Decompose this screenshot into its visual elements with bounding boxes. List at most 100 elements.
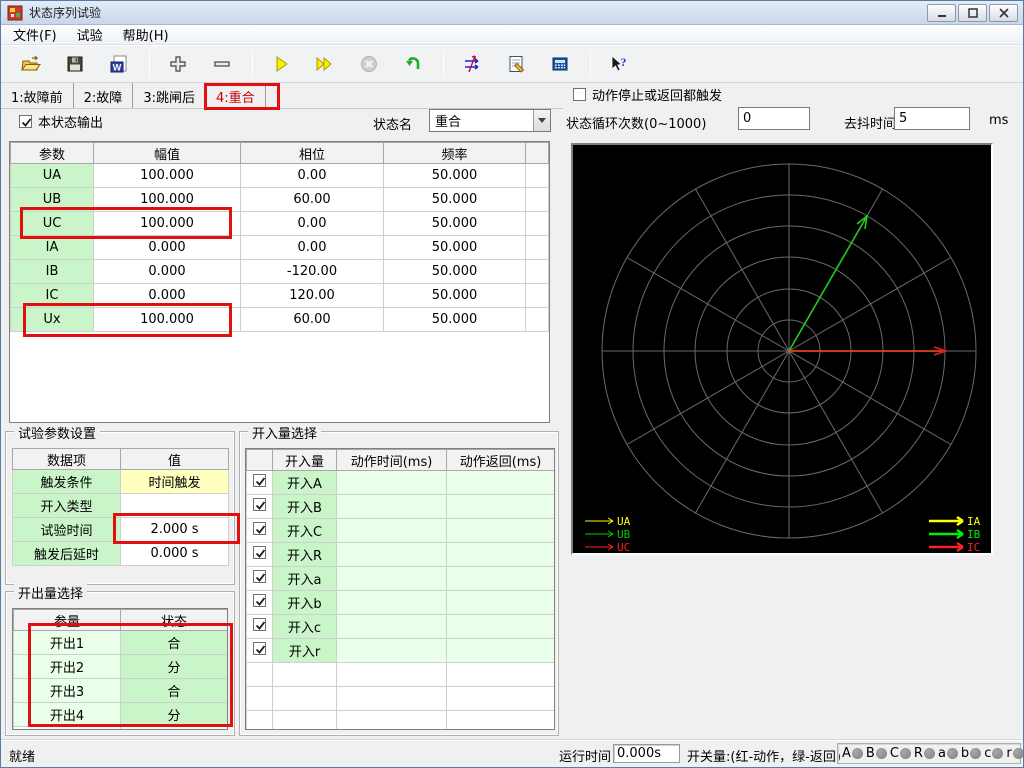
export-word-button[interactable]: W xyxy=(101,49,137,79)
frequency-cell[interactable]: 50.000 xyxy=(384,188,526,212)
legend-label: IB xyxy=(967,528,981,541)
phase-cell[interactable]: 0.00 xyxy=(241,212,384,236)
phase-cell[interactable]: -120.00 xyxy=(241,260,384,284)
phase-cell[interactable]: 60.00 xyxy=(241,188,384,212)
param-name: IC xyxy=(11,284,94,308)
frequency-cell[interactable]: 50.000 xyxy=(384,284,526,308)
amplitude-cell[interactable]: 100.000 xyxy=(94,188,241,212)
col-header-output-param: 参量 xyxy=(14,610,121,631)
tab-state-2[interactable]: 2:故障 xyxy=(74,83,134,108)
table-row: UC100.0000.0050.000 xyxy=(11,212,549,236)
maximize-button[interactable] xyxy=(958,4,987,22)
input-enable-checkbox[interactable] xyxy=(253,474,266,487)
input-enable-checkbox[interactable] xyxy=(253,642,266,655)
run-continuous-button[interactable] xyxy=(307,49,343,79)
remove-state-button[interactable] xyxy=(204,49,240,79)
input-name: 开入R xyxy=(273,543,337,567)
state-tab-bar: 1:故障前 2:故障 3:跳闸后 4:重合 xyxy=(1,83,563,109)
tab-state-3[interactable]: 3:跳闸后 xyxy=(133,83,206,108)
act-time-cell xyxy=(337,495,447,519)
save-icon xyxy=(65,54,85,74)
act-return-cell xyxy=(447,543,555,567)
run-button[interactable] xyxy=(263,49,299,79)
indicator-dot xyxy=(852,748,863,759)
phase-cell[interactable]: 60.00 xyxy=(241,308,384,332)
input-name: 开入C xyxy=(273,519,337,543)
frequency-cell[interactable]: 50.000 xyxy=(384,164,526,188)
input-enable-checkbox[interactable] xyxy=(253,594,266,607)
value-cell[interactable] xyxy=(121,494,229,518)
state-name-select[interactable]: 重合 xyxy=(429,109,551,132)
export-word-icon: W xyxy=(108,54,130,74)
param-name: IA xyxy=(11,236,94,260)
toolbar: W xyxy=(1,45,1023,83)
amplitude-cell[interactable]: 100.000 xyxy=(94,308,241,332)
frequency-cell[interactable]: 50.000 xyxy=(384,260,526,284)
output-state[interactable]: 分 xyxy=(121,703,228,727)
input-enable-checkbox[interactable] xyxy=(253,570,266,583)
tab-state-4[interactable]: 4:重合 xyxy=(206,83,266,108)
debounce-input[interactable] xyxy=(894,107,970,130)
phase-cell[interactable]: 0.00 xyxy=(241,236,384,260)
value-cell[interactable]: 0.000 s xyxy=(121,542,229,566)
menu-file[interactable]: 文件(F) xyxy=(3,23,67,46)
dataitem-cell: 触发后延时 xyxy=(13,542,121,566)
undo-button[interactable] xyxy=(395,49,431,79)
close-button[interactable] xyxy=(989,4,1018,22)
output-select-group: 开出量选择 参量 状态 开出1合 开出2分 开出3合 开出4分 xyxy=(5,591,235,736)
add-state-button[interactable] xyxy=(160,49,196,79)
act-return-cell xyxy=(447,639,555,663)
context-help-button[interactable]: ? xyxy=(601,49,637,79)
input-enable-checkbox[interactable] xyxy=(253,546,266,559)
indicator-dot xyxy=(924,748,935,759)
stop-button[interactable] xyxy=(351,49,387,79)
debounce-label: 去抖时间: xyxy=(844,113,900,132)
legend-label: IA xyxy=(967,515,981,528)
value-cell[interactable]: 时间触发 xyxy=(121,470,229,494)
act-return-cell xyxy=(447,615,555,639)
input-enable-checkbox[interactable] xyxy=(253,522,266,535)
table-row xyxy=(247,711,555,731)
output-state[interactable]: 分 xyxy=(121,655,228,679)
stop-icon xyxy=(359,54,379,74)
value-cell[interactable]: 2.000 s xyxy=(121,518,229,542)
amplitude-cell[interactable]: 0.000 xyxy=(94,284,241,308)
phase-cell[interactable]: 120.00 xyxy=(241,284,384,308)
act-time-cell xyxy=(337,639,447,663)
save-button[interactable] xyxy=(57,49,93,79)
output-name: 开出4 xyxy=(14,703,121,727)
act-time-cell xyxy=(337,471,447,495)
table-row: UA100.0000.0050.000 xyxy=(11,164,549,188)
amplitude-cell[interactable]: 100.000 xyxy=(94,164,241,188)
window-title: 状态序列试验 xyxy=(29,4,101,21)
input-enable-checkbox[interactable] xyxy=(253,498,266,511)
amplitude-cell[interactable]: 0.000 xyxy=(94,236,241,260)
tab-state-1[interactable]: 1:故障前 xyxy=(1,83,74,108)
open-button[interactable] xyxy=(13,49,49,79)
frequency-cell[interactable]: 50.000 xyxy=(384,212,526,236)
report-button[interactable] xyxy=(498,49,534,79)
chevron-down-icon xyxy=(533,110,550,131)
output-state[interactable]: 合 xyxy=(121,631,228,655)
amplitude-cell[interactable]: 0.000 xyxy=(94,260,241,284)
table-row: 试验时间2.000 s xyxy=(13,518,229,542)
trigger-mode-checkbox[interactable] xyxy=(573,88,586,101)
phase-cell[interactable]: 0.00 xyxy=(241,164,384,188)
col-header-param: 参数 xyxy=(11,143,94,164)
amplitude-cell[interactable]: 100.000 xyxy=(94,212,241,236)
menu-test[interactable]: 试验 xyxy=(67,23,113,46)
status-bar: 就绪 运行时间 0.000s 开关量:(红-动作，绿-返回) A B C R a… xyxy=(1,739,1023,767)
loop-count-label: 状态循环次数(0~1000) xyxy=(566,113,706,132)
input-enable-checkbox[interactable] xyxy=(253,618,266,631)
col-header-input: 开入量 xyxy=(273,450,337,471)
frequency-cell[interactable]: 50.000 xyxy=(384,236,526,260)
loop-count-input[interactable] xyxy=(738,107,810,130)
minimize-button[interactable] xyxy=(927,4,956,22)
menu-help[interactable]: 帮助(H) xyxy=(113,23,179,46)
state-output-checkbox[interactable] xyxy=(19,115,32,128)
frequency-cell[interactable]: 50.000 xyxy=(384,308,526,332)
run-icon xyxy=(271,54,291,74)
phasor-view-button[interactable] xyxy=(454,49,490,79)
output-state[interactable]: 合 xyxy=(121,679,228,703)
calculator-button[interactable] xyxy=(542,49,578,79)
